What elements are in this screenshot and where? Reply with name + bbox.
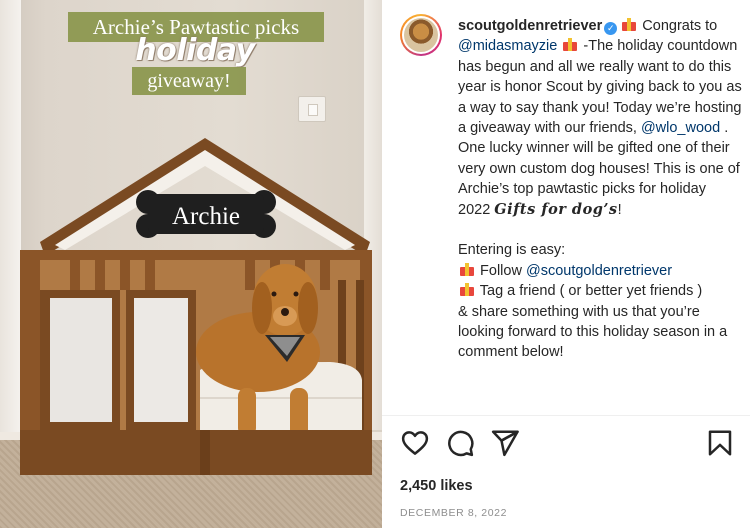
avatar-image (404, 18, 438, 52)
avatar[interactable] (400, 14, 442, 56)
heart-icon[interactable] (400, 428, 430, 458)
step-3: & share something with us that you’re lo… (458, 303, 728, 361)
gift-emoji-icon (460, 262, 474, 276)
step-1: Follow @scoutgoldenretriever (458, 261, 742, 281)
house-base (20, 430, 372, 475)
door-left-glass (50, 298, 112, 422)
caption-paragraph-1: scoutgoldenretriever ✓ Congrats to @midas… (458, 16, 742, 220)
action-bar (400, 428, 740, 458)
username-link[interactable]: scoutgoldenretriever (458, 18, 602, 34)
verified-badge-icon: ✓ (604, 22, 618, 35)
gift-emoji-icon (563, 38, 578, 52)
post-caption: scoutgoldenretriever ✓ Congrats to @midas… (458, 16, 742, 363)
overlay-giveaway: giveaway! (132, 67, 246, 95)
avatar-ring (402, 16, 440, 54)
like-count[interactable]: 2,450 likes (400, 478, 473, 494)
bone-name-sign: Archie (136, 190, 276, 238)
dog-house-illustration: Archie (20, 138, 372, 475)
step-1-text: Follow (476, 262, 526, 279)
comment-icon[interactable] (445, 428, 475, 458)
light-switch (298, 96, 326, 122)
mention-link-2[interactable]: @wlo_wood (641, 120, 720, 136)
sign-name-text: Archie (172, 203, 240, 230)
caption-text-d: ! (617, 201, 622, 218)
caption-script-text: Gifts for dog’s (494, 200, 618, 218)
post-date[interactable]: DECEMBER 8, 2022 (400, 507, 507, 519)
bookmark-icon[interactable] (705, 428, 735, 458)
post-media[interactable]: Archie Archie’s Pawtastic picks holiday … (0, 0, 382, 528)
gift-emoji-icon (622, 18, 637, 31)
entering-heading: Entering is easy: (458, 242, 566, 259)
step-2: Tag a friend ( or better yet friends ) (458, 281, 742, 301)
send-icon[interactable] (490, 428, 520, 458)
door-mid-glass (134, 298, 188, 422)
caption-paragraph-2: Entering is easy: Follow @scoutgoldenret… (458, 240, 742, 362)
mention-link-3[interactable]: @scoutgoldenretriever (526, 263, 672, 279)
overlay-holiday: holiday (135, 33, 255, 68)
divider (382, 415, 750, 416)
caption-text-a: Congrats to (638, 18, 718, 34)
gift-emoji-icon (460, 283, 474, 297)
mention-link-1[interactable]: @midasmayzie (458, 38, 557, 54)
step-2-text: Tag a friend ( or better yet friends ) (476, 283, 703, 300)
post-sidebar: scoutgoldenretriever ✓ Congrats to @midas… (382, 0, 750, 528)
